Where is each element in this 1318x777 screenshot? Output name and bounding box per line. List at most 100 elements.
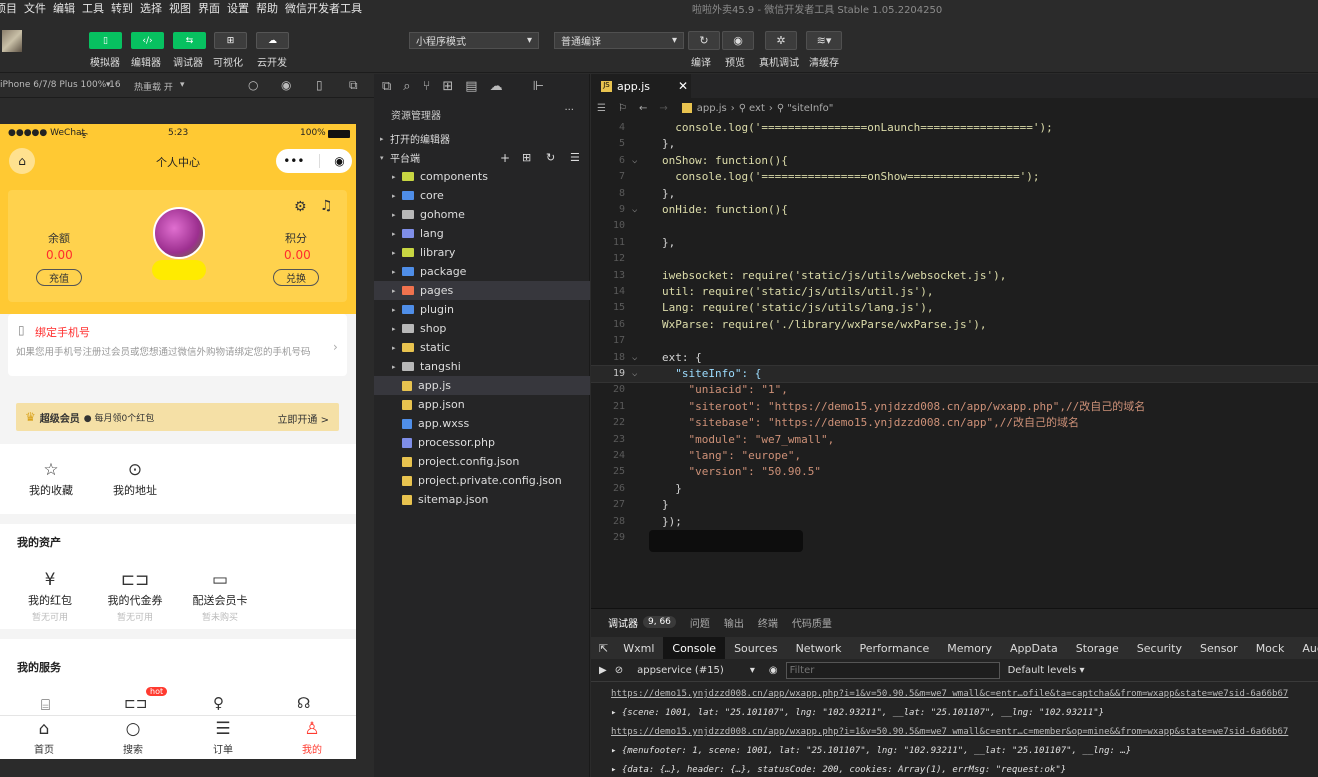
breadcrumb-ext[interactable]: ext xyxy=(749,103,765,114)
menu-item[interactable]: 帮助 xyxy=(256,0,278,16)
menu-item[interactable]: 选择 xyxy=(140,0,162,16)
code-line[interactable]: 22 "sitebase": "https://demo15.ynjdzzd00… xyxy=(591,415,1318,431)
console-log-url[interactable]: https://demo15.ynjdzzd008.cn/app/wxapp.p… xyxy=(611,727,1318,745)
breadcrumb-key[interactable]: "siteInfo" xyxy=(787,103,833,114)
menu-item[interactable]: 设置 xyxy=(227,0,249,16)
tree-folder[interactable]: ▸ components xyxy=(374,167,590,186)
tree-file[interactable]: app.js xyxy=(374,376,590,395)
search-icon[interactable]: ⌕ xyxy=(403,79,410,94)
visual-button[interactable]: ⊞ xyxy=(214,32,247,49)
menu-item[interactable]: 文件 xyxy=(24,0,46,16)
filter-input[interactable] xyxy=(785,662,1000,679)
inspect-icon[interactable]: ⇱ xyxy=(591,642,614,655)
tree-folder[interactable]: ▸ static xyxy=(374,338,590,357)
docker-icon[interactable]: ☁ xyxy=(490,79,503,94)
console-log-object[interactable]: ▸ {scene: 1001, lat: "25.101107", lng: "… xyxy=(611,708,1318,726)
fold-chevron-icon[interactable]: ⌵ xyxy=(632,350,637,366)
code-line[interactable]: 15 Lang: require('static/js/utils/lang.js… xyxy=(591,300,1318,316)
tab-search[interactable]: ○ 搜索 xyxy=(103,719,163,756)
store-icon[interactable]: ⌸ xyxy=(41,696,50,714)
files-icon[interactable]: ⧉ xyxy=(382,79,391,94)
tree-file[interactable]: app.json xyxy=(374,395,590,414)
collapse-icon[interactable]: ☰ xyxy=(570,151,580,164)
debug-top-tab[interactable]: 调试器 xyxy=(608,615,638,630)
menu-item[interactable]: 视图 xyxy=(169,0,191,16)
menu-item[interactable]: 编辑 xyxy=(53,0,75,16)
tree-file[interactable]: project.private.config.json xyxy=(374,471,590,490)
compile-select[interactable]: 普通编译 ▾ xyxy=(554,32,684,49)
code-line[interactable]: 18 ⌵ ext: { xyxy=(591,350,1318,366)
bell-icon[interactable]: ♫ xyxy=(320,198,333,214)
rotate-icon[interactable]: ○ xyxy=(248,78,258,92)
open-editors-section[interactable]: ▸ 打开的编辑器 xyxy=(374,129,590,148)
tree-folder[interactable]: ▸ package xyxy=(374,262,590,281)
code-line[interactable]: 14 util: require('static/js/utils/util.js… xyxy=(591,284,1318,300)
console-log-url[interactable]: https://demo15.ynjdzzd008.cn/app/wxapp.p… xyxy=(611,689,1318,707)
devtools-tab[interactable]: Sources xyxy=(725,637,787,659)
vip-open-link[interactable]: 立即开通 > xyxy=(277,411,329,426)
code-line[interactable]: 8}, xyxy=(591,186,1318,202)
devtools-tab[interactable]: Storage xyxy=(1067,637,1128,659)
service-agent-icon[interactable]: ☊ xyxy=(297,694,310,712)
tree-folder[interactable]: ▸ library xyxy=(374,243,590,262)
menu-item[interactable]: 工具 xyxy=(82,0,104,16)
address-item[interactable]: ⊙ 我的地址 xyxy=(100,460,170,498)
bookmark-icon[interactable]: ⚐ xyxy=(618,103,627,114)
new-file-icon[interactable]: + xyxy=(500,151,510,165)
debugger-toggle-button[interactable]: ⇆ xyxy=(173,32,206,49)
code-line[interactable]: 4 console.log('================onLaunch=… xyxy=(591,120,1318,136)
context-select[interactable]: appservice (#15) xyxy=(637,665,724,676)
close-circle-icon[interactable]: ◉ xyxy=(334,154,344,168)
devtools-tab[interactable]: Security xyxy=(1128,637,1191,659)
tree-file[interactable]: app.wxss xyxy=(374,414,590,433)
menu-icon[interactable]: ☰ xyxy=(597,103,606,114)
device-select[interactable]: iPhone 6/7/8 Plus 100% 16 xyxy=(0,80,121,90)
lightbulb-icon[interactable]: ♀ xyxy=(213,694,224,712)
fold-chevron-icon[interactable]: ⌵ xyxy=(632,366,637,382)
breadcrumb-file[interactable]: app.js xyxy=(697,103,727,114)
menu-item[interactable]: 界面 xyxy=(198,0,220,16)
voucher-item[interactable]: ⊏⊐ 我的代金券 暂无可用 xyxy=(100,570,170,623)
cloud-button[interactable]: ☁ xyxy=(256,32,289,49)
outline-icon[interactable]: ▤ xyxy=(465,79,477,94)
extensions-icon[interactable]: ⊞ xyxy=(442,79,453,94)
favorites-item[interactable]: ☆ 我的收藏 xyxy=(16,460,86,498)
code-line[interactable]: 6 ⌵ onShow: function(){ xyxy=(591,153,1318,169)
devtools-tab[interactable]: Console xyxy=(663,637,726,659)
super-vip-banner[interactable]: ♛ 超级会员 ● 每月领0个红包 立即开通 > xyxy=(16,403,339,431)
exchange-button[interactable]: 兑换 xyxy=(273,269,319,286)
bind-phone-card[interactable]: ▯ 绑定手机号 如果您用手机号注册过会员或您想通过微信外购物请绑定您的手机号码 … xyxy=(8,314,347,376)
fold-chevron-icon[interactable]: ⌵ xyxy=(632,153,637,169)
code-line[interactable]: 9 ⌵ onHide: function(){ xyxy=(591,202,1318,218)
device-icon[interactable]: ▯ xyxy=(316,78,323,92)
compile-button[interactable]: ↻ xyxy=(688,31,720,50)
close-icon[interactable]: ✕ xyxy=(678,79,688,93)
code-line[interactable]: 26 } xyxy=(591,481,1318,497)
record-icon[interactable]: ◉ xyxy=(281,78,291,92)
code-line[interactable]: 7 console.log('================onShow===… xyxy=(591,169,1318,185)
avatar[interactable] xyxy=(153,207,205,259)
code-line[interactable]: 23 "module": "we7_wmall", xyxy=(591,432,1318,448)
code-line[interactable]: 13 iwebsocket: require('static/js/utils/w… xyxy=(591,268,1318,284)
code-line[interactable]: 25 "version": "50.90.5" xyxy=(591,464,1318,480)
debug-top-tab[interactable]: 代码质量 xyxy=(792,615,832,630)
devtools-tab[interactable]: Sensor xyxy=(1191,637,1247,659)
devtools-tab[interactable]: AppData xyxy=(1001,637,1067,659)
code-line[interactable]: 11}, xyxy=(591,235,1318,251)
code-line[interactable]: 28}); xyxy=(591,514,1318,530)
editor-toggle-button[interactable]: ‹/› xyxy=(131,32,164,49)
tab-home[interactable]: ⌂ 首页 xyxy=(14,719,74,756)
preview-button[interactable]: ◉ xyxy=(722,31,754,50)
tab-mine[interactable]: ♙ 我的 xyxy=(282,719,342,756)
code-line[interactable]: 17 xyxy=(591,333,1318,349)
tab-orders[interactable]: ☰ 订单 xyxy=(193,719,253,756)
detach-icon[interactable]: ⧉ xyxy=(349,78,358,93)
code-line[interactable]: 16 WxParse: require('./library/wxParse/wx… xyxy=(591,317,1318,333)
hotreload-select[interactable]: 热重载 开 xyxy=(134,80,173,93)
more-icon[interactable]: ••• xyxy=(283,154,304,168)
console-log-object[interactable]: ▸ {menufooter: 1, scene: 1001, lat: "25.… xyxy=(611,746,1318,764)
menu-item[interactable]: 微信开发者工具 xyxy=(285,0,362,16)
tree-folder[interactable]: ▸ pages xyxy=(374,281,590,300)
tree-folder[interactable]: ▸ plugin xyxy=(374,300,590,319)
code-line[interactable]: 20 "uniacid": "1", xyxy=(591,382,1318,398)
